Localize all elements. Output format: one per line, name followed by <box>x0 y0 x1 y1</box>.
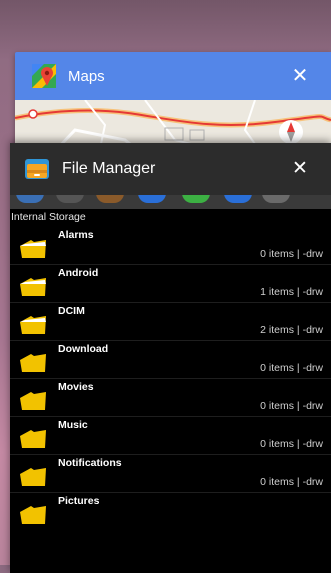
toolbar-button[interactable] <box>182 195 210 203</box>
toolbar-button[interactable] <box>16 195 44 203</box>
close-icon[interactable]: ✕ <box>289 158 311 180</box>
folder-name: Movies <box>58 381 94 393</box>
toolbar-button[interactable] <box>262 195 290 203</box>
toolbar-button[interactable] <box>96 195 124 203</box>
folder-row[interactable]: Alarms 0 items | -drw <box>10 227 331 265</box>
folder-icon <box>19 426 47 450</box>
file-manager-toolbar <box>10 195 331 209</box>
close-icon[interactable]: ✕ <box>289 65 311 87</box>
folder-name: Alarms <box>58 229 94 241</box>
toolbar-button[interactable] <box>138 195 166 203</box>
folder-row[interactable]: Android 1 items | -drw <box>10 265 331 303</box>
folder-icon <box>19 236 47 260</box>
folder-icon <box>19 350 47 374</box>
folder-name: Pictures <box>58 495 100 507</box>
folder-icon <box>19 274 47 298</box>
folder-icon <box>19 502 47 526</box>
file-manager-icon <box>24 156 50 182</box>
folder-name: Download <box>58 343 109 355</box>
folder-name: Music <box>58 419 88 431</box>
folder-meta: 0 items | -drw <box>260 476 323 488</box>
folder-meta: 2 items | -drw <box>260 324 323 336</box>
toolbar-button[interactable] <box>56 195 84 203</box>
file-manager-recent-card[interactable]: File Manager ✕ Internal Storage Alarms 0… <box>10 143 331 573</box>
folder-meta: 0 items | -drw <box>260 400 323 412</box>
folder-meta: 1 items | -drw <box>260 286 323 298</box>
folder-name: Android <box>58 267 99 279</box>
wallpaper-shade <box>0 0 331 60</box>
maps-card-header[interactable]: Maps ✕ <box>15 52 331 100</box>
folder-row[interactable]: Download 0 items | -drw <box>10 341 331 379</box>
folder-row[interactable]: Pictures <box>10 493 331 530</box>
folder-icon <box>19 464 47 488</box>
folder-row[interactable]: Movies 0 items | -drw <box>10 379 331 417</box>
folder-icon <box>19 388 47 412</box>
maps-card-title: Maps <box>68 67 105 85</box>
file-manager-card-header[interactable]: File Manager ✕ <box>10 143 331 195</box>
folder-row[interactable]: Notifications 0 items | -drw <box>10 455 331 493</box>
folder-icon <box>19 312 47 336</box>
folder-name: Notifications <box>58 457 122 469</box>
folder-meta: 0 items | -drw <box>260 362 323 374</box>
maps-logo-icon <box>32 64 56 88</box>
file-manager-card-title: File Manager <box>62 160 156 177</box>
folder-row[interactable]: Music 0 items | -drw <box>10 417 331 455</box>
toolbar-button[interactable] <box>224 195 252 203</box>
folder-row[interactable]: DCIM 2 items | -drw <box>10 303 331 341</box>
folder-meta: 0 items | -drw <box>260 248 323 260</box>
folder-list: Alarms 0 items | -drw Android 1 items | … <box>10 227 331 530</box>
location-label: Internal Storage <box>11 211 86 223</box>
folder-meta: 0 items | -drw <box>260 438 323 450</box>
folder-name: DCIM <box>58 305 85 317</box>
